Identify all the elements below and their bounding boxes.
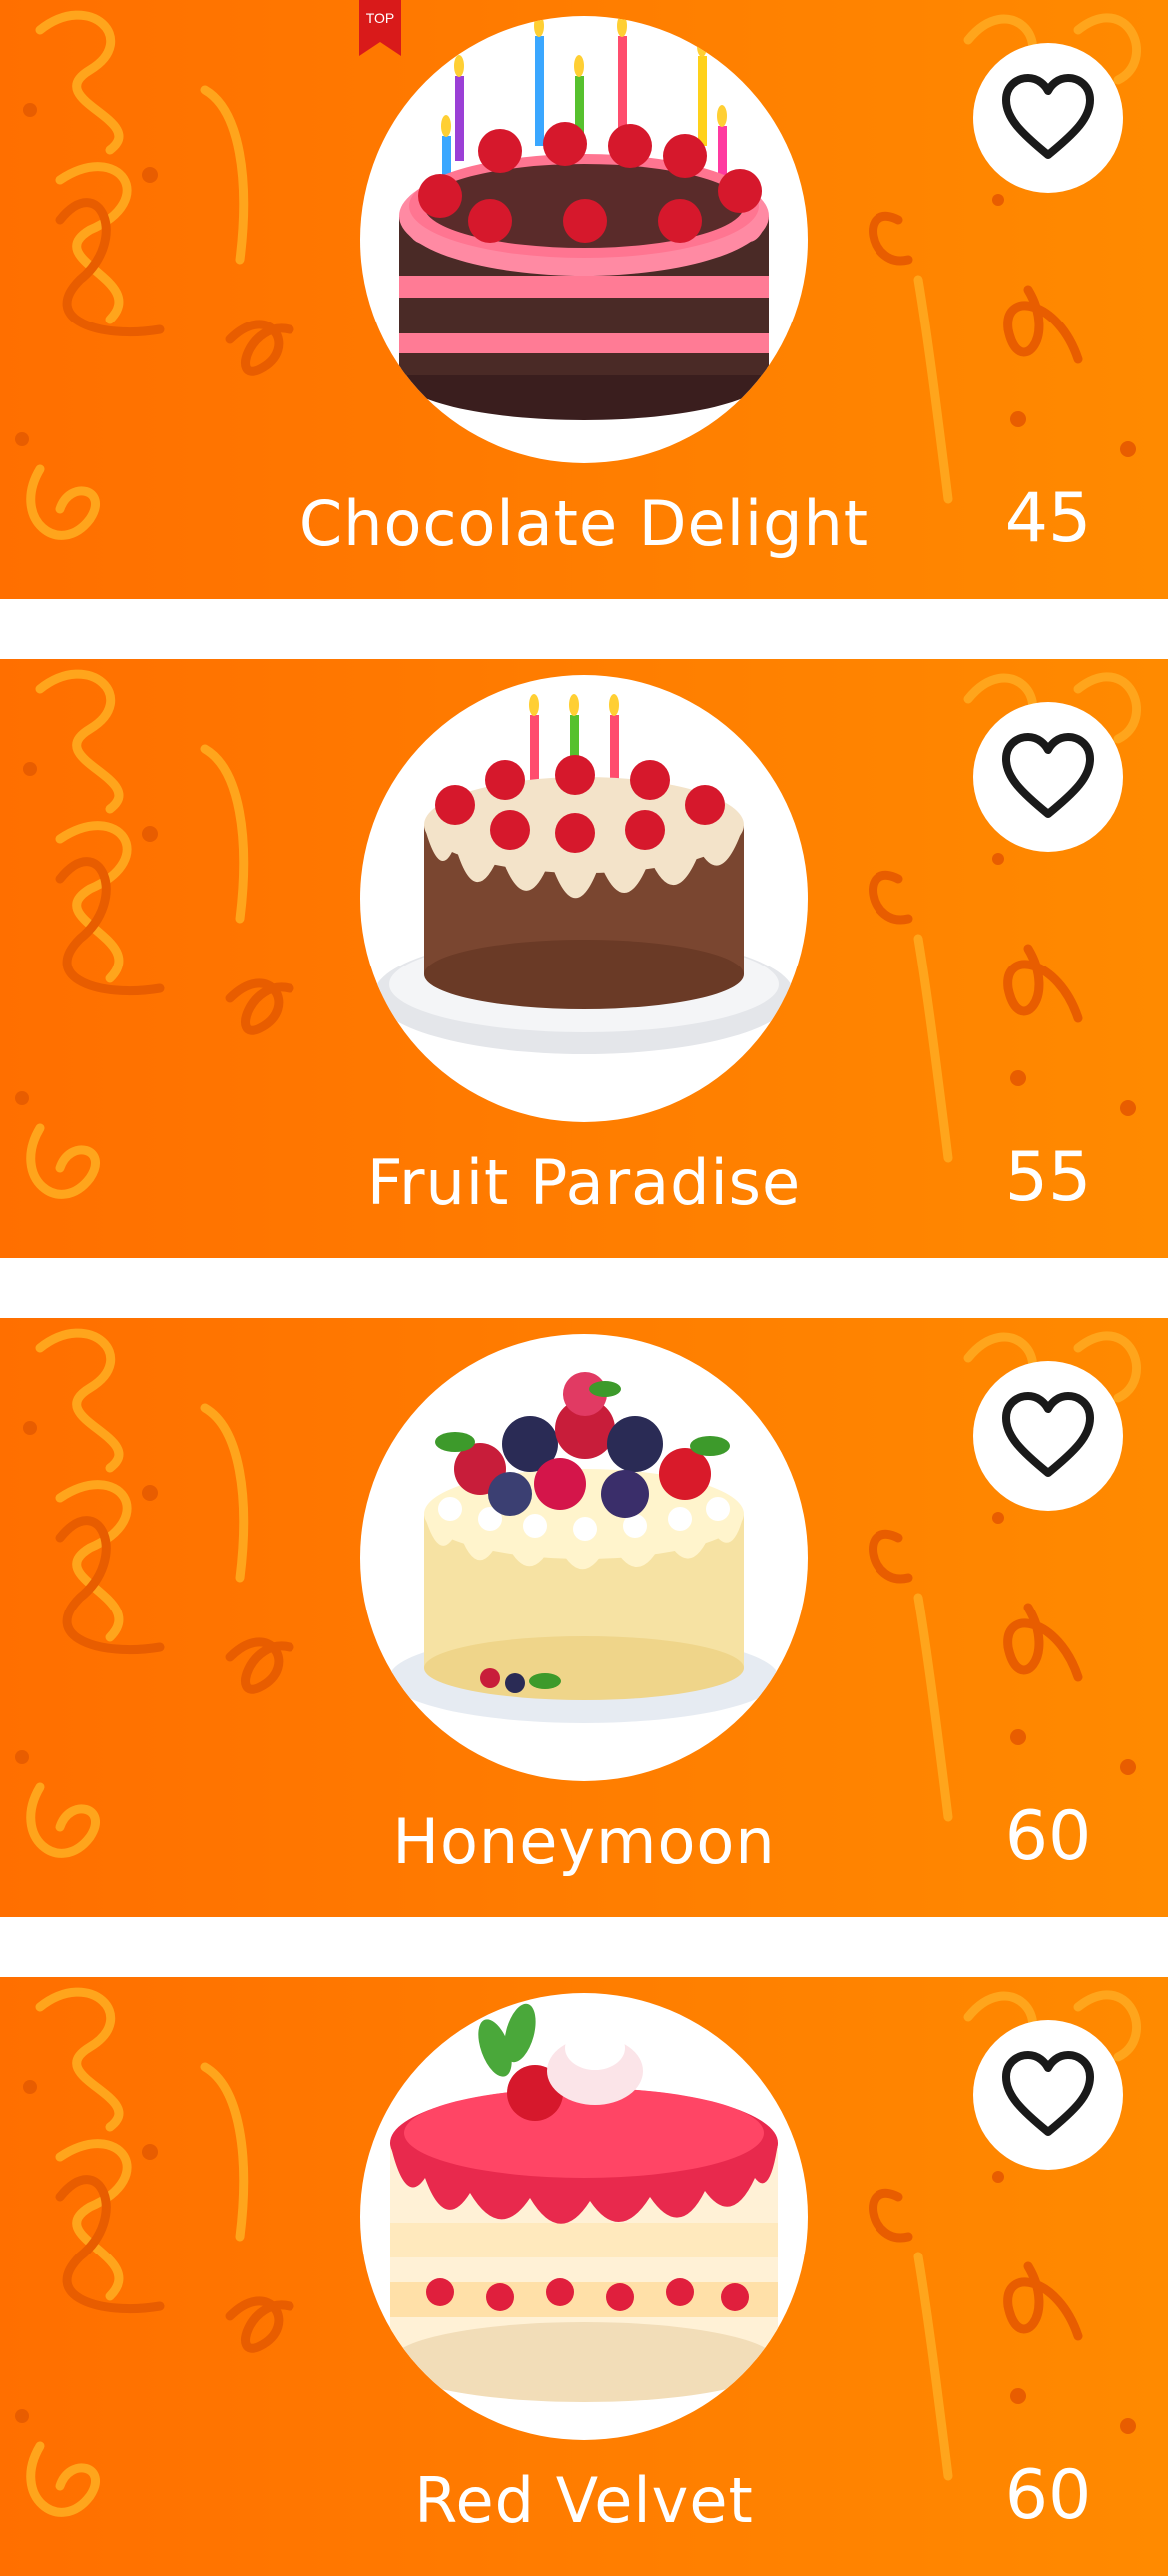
cake-card[interactable]: TOP Chocolate Delight 45 bbox=[0, 0, 1168, 599]
cake-price: 60 bbox=[1004, 2456, 1092, 2535]
heart-outline-icon bbox=[1002, 2051, 1094, 2136]
heart-outline-icon bbox=[1002, 1392, 1094, 1477]
cake-card[interactable]: Fruit Paradise 55 bbox=[0, 659, 1168, 1258]
cake-image[interactable] bbox=[360, 675, 808, 1122]
favorite-button[interactable] bbox=[973, 702, 1123, 852]
cake-name: Chocolate Delight bbox=[298, 487, 870, 560]
cake-price: 55 bbox=[1004, 1138, 1092, 1217]
heart-outline-icon bbox=[1002, 74, 1094, 159]
cake-card[interactable]: Honeymoon 60 bbox=[0, 1318, 1168, 1917]
heart-outline-icon bbox=[1002, 733, 1094, 818]
cake-name: Red Velvet bbox=[414, 2464, 754, 2537]
cake-card[interactable]: Red Velvet 60 bbox=[0, 1977, 1168, 2576]
cake-price: 45 bbox=[1004, 479, 1092, 558]
cake-price: 60 bbox=[1004, 1797, 1092, 1876]
favorite-button[interactable] bbox=[973, 43, 1123, 193]
cake-image[interactable] bbox=[360, 1993, 808, 2440]
favorite-button[interactable] bbox=[973, 2020, 1123, 2170]
favorite-button[interactable] bbox=[973, 1361, 1123, 1511]
cake-name: Honeymoon bbox=[392, 1805, 776, 1878]
cake-name: Fruit Paradise bbox=[366, 1146, 802, 1219]
cake-image[interactable] bbox=[360, 1334, 808, 1781]
cake-image[interactable] bbox=[360, 16, 808, 463]
